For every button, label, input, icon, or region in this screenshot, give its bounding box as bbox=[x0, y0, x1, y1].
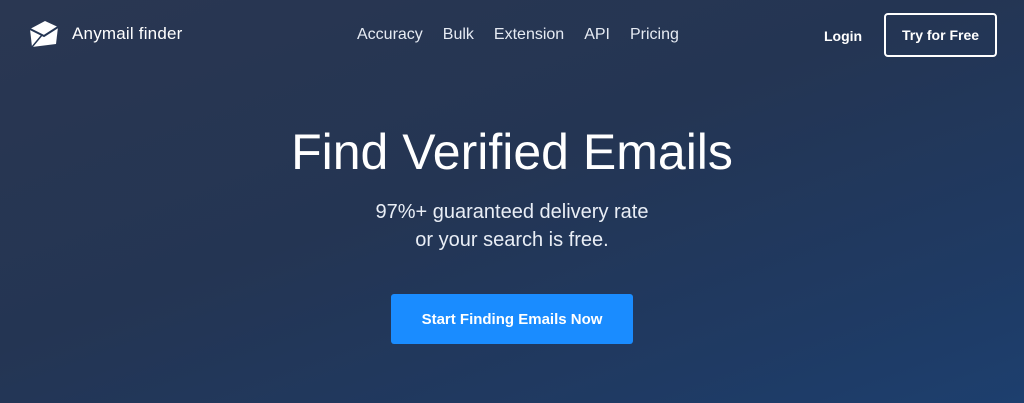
nav-item-pricing[interactable]: Pricing bbox=[630, 25, 679, 45]
login-link[interactable]: Login bbox=[824, 27, 862, 45]
start-finding-emails-button[interactable]: Start Finding Emails Now bbox=[391, 294, 633, 344]
hero-subtitle-line-2: or your search is free. bbox=[415, 229, 609, 251]
brand-name: Anymail finder bbox=[72, 24, 183, 43]
hero-subtitle: 97%+ guaranteed delivery rate or your se… bbox=[0, 198, 1024, 254]
hero-title: Find Verified Emails bbox=[291, 124, 733, 180]
main-nav: Accuracy Bulk Extension API Pricing bbox=[357, 25, 699, 45]
try-for-free-button[interactable]: Try for Free bbox=[884, 13, 997, 57]
brand-logo-link[interactable]: Anymail finder bbox=[28, 18, 183, 50]
hero-subtitle-line-1: 97%+ guaranteed delivery rate bbox=[375, 201, 649, 223]
site-header: Anymail finder Accuracy Bulk Extension A… bbox=[0, 0, 1024, 70]
envelope-icon bbox=[29, 21, 59, 48]
nav-item-bulk[interactable]: Bulk bbox=[443, 25, 474, 45]
nav-item-extension[interactable]: Extension bbox=[494, 25, 564, 45]
nav-item-accuracy[interactable]: Accuracy bbox=[357, 25, 423, 45]
nav-item-api[interactable]: API bbox=[584, 25, 610, 45]
